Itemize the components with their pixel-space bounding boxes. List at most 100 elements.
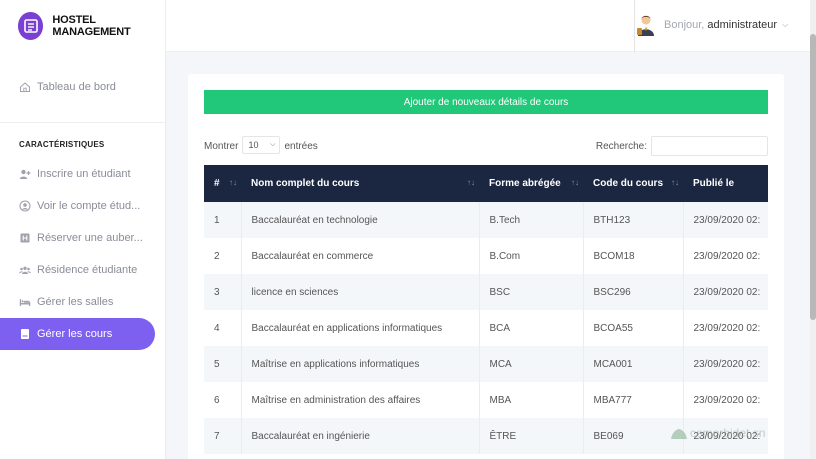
table-row: 4 Baccalauréat en applications informati…: [204, 310, 768, 346]
cell-number: 1: [204, 202, 242, 238]
topbar: Bonjour, administrateur ⌵: [166, 0, 816, 52]
sidebar-item-register-student[interactable]: Inscrire un étudiant: [0, 158, 165, 190]
sidebar-item-dashboard[interactable]: Tableau de bord: [0, 71, 165, 103]
scrollbar[interactable]: [810, 0, 816, 459]
cell-course-code: MBA777: [583, 382, 684, 418]
sort-icon: ↑↓: [229, 178, 237, 187]
cell-course-name: Baccalauréat en commerce: [241, 238, 480, 274]
brand[interactable]: HOSTEL MANAGEMENT: [0, 0, 165, 52]
cell-course-name: Baccalauréat en applications informatiqu…: [241, 310, 480, 346]
sidebar-item-label: Gérer les salles: [37, 296, 114, 308]
cell-course-name: Maîtrise en applications informatiques: [241, 346, 480, 382]
table-controls: Montrer 10 ⌵ entrées Recherche:: [204, 136, 768, 156]
page-size-control: Montrer 10 ⌵ entrées: [204, 136, 318, 154]
sidebar-item-label: Voir le compte étud...: [37, 200, 141, 212]
search-label: Recherche:: [595, 140, 647, 152]
sidebar-item-manage-rooms[interactable]: Gérer les salles: [0, 286, 165, 318]
search-control: Recherche:: [596, 136, 768, 156]
cell-course-name: licence en sciences: [241, 274, 480, 310]
book-icon: [19, 328, 31, 340]
section-title: CARACTÉRISTIQUES: [19, 140, 105, 149]
cell-published: 23/09/2020 02:: [693, 250, 761, 262]
column-header-course-name[interactable]: Nom complet du cours ↑↓: [241, 165, 479, 202]
user-menu[interactable]: Bonjour, administrateur ⌵: [636, 14, 788, 36]
scrollbar-thumb[interactable]: [810, 34, 816, 320]
column-header-short-form[interactable]: Forme abrégée ↑↓: [479, 165, 583, 202]
cell-course-name: Baccalauréat en technologie: [241, 202, 480, 238]
cell-short-form: BSC: [479, 274, 584, 310]
cell-published: 23/09/2020 02:: [693, 358, 761, 370]
sidebar-item-label: Tableau de bord: [37, 81, 116, 93]
watermark-logo-icon: [670, 426, 688, 440]
search-input[interactable]: [651, 136, 768, 156]
cell-number: 4: [204, 310, 242, 346]
page-size-value: 10: [248, 140, 259, 150]
chevron-down-icon: ⌵: [270, 141, 276, 148]
cell-short-form: MCA: [479, 346, 584, 382]
cell-published: 23/09/2020 02:: [693, 394, 761, 406]
table-row: 3 licence en sciences BSC BSC296 23/09/2…: [204, 274, 768, 310]
brand-title: HOSTEL MANAGEMENT: [52, 14, 131, 38]
brand-logo-icon: [18, 12, 44, 40]
sidebar-item-book-hostel[interactable]: Réserver une auber...: [0, 222, 165, 254]
greeting: Bonjour,: [664, 19, 705, 31]
avatar: [636, 14, 656, 36]
cell-number: 7: [204, 418, 242, 454]
cell-short-form: MBA: [479, 382, 584, 418]
cell-course-code: BSC296: [583, 274, 684, 310]
cell-course-code: BCOM18: [583, 238, 684, 274]
sort-icon: ↑↓: [671, 178, 679, 187]
cell-course-name: Baccalauréat en ingénierie: [241, 418, 480, 454]
chevron-down-icon: ⌵: [782, 20, 789, 29]
divider: [634, 0, 635, 52]
cell-short-form: ÊTRE: [479, 418, 584, 454]
divider: [0, 122, 165, 123]
sidebar-item-label: Inscrire un étudiant: [37, 168, 131, 180]
cell-number: 2: [204, 238, 242, 274]
hotel-icon: [19, 232, 31, 244]
cell-short-form: B.Com: [479, 238, 584, 274]
users-icon: [19, 264, 31, 276]
cell-number: 3: [204, 274, 242, 310]
add-course-button[interactable]: Ajouter de nouveaux détails de cours: [204, 90, 768, 114]
sidebar-item-student-residence[interactable]: Résidence étudiante: [0, 254, 165, 286]
cell-number: 6: [204, 382, 242, 418]
watermark-text: comorbidet.sn: [690, 426, 766, 440]
cell-course-code: BE069: [583, 418, 684, 454]
cell-number: 5: [204, 346, 242, 382]
cell-course-code: BCOA55: [583, 310, 684, 346]
cell-published: 23/09/2020 02:: [693, 322, 761, 334]
page-size-select[interactable]: 10 ⌵: [242, 136, 281, 154]
table-header-row: # ↑↓ Nom complet du cours ↑↓ Forme abrégée…: [204, 165, 768, 202]
home-icon: [19, 81, 31, 93]
courses-table: # ↑↓ Nom complet du cours ↑↓ Forme abrégée…: [204, 165, 768, 454]
column-header-published[interactable]: Publié le: [683, 165, 768, 202]
cell-course-code: BTH123: [583, 202, 684, 238]
bed-icon: [19, 296, 31, 308]
column-header-course-code[interactable]: Code du cours ↑↓: [583, 165, 683, 202]
sort-icon: ↑↓: [571, 178, 579, 187]
cell-course-name: Maîtrise en administration des affaires: [241, 382, 480, 418]
sidebar: HOSTEL MANAGEMENT Tableau de bord CARACT…: [0, 0, 166, 459]
sidebar-item-manage-courses[interactable]: Gérer les cours: [0, 318, 155, 350]
user-circle-icon: [19, 200, 31, 212]
cell-published: 23/09/2020 02:: [693, 286, 761, 298]
cell-short-form: B.Tech: [479, 202, 584, 238]
user-plus-icon: [19, 168, 31, 180]
sidebar-item-label: Réserver une auber...: [37, 232, 143, 244]
column-header-number[interactable]: # ↑↓: [204, 165, 241, 202]
watermark: comorbidet.sn: [670, 426, 765, 440]
entries-label: entrées: [284, 141, 318, 152]
sidebar-item-label: Résidence étudiante: [37, 264, 138, 276]
table-row: 1 Baccalauréat en technologie B.Tech BTH…: [204, 202, 768, 238]
username: administrateur: [707, 19, 778, 31]
cell-course-code: MCA001: [583, 346, 684, 382]
sidebar-item-student-account[interactable]: Voir le compte étud...: [0, 190, 165, 222]
table-row: 2 Baccalauréat en commerce B.Com BCOM18 …: [204, 238, 768, 274]
sidebar-item-label: Gérer les cours: [37, 328, 113, 340]
courses-card: Ajouter de nouveaux détails de cours Mon…: [188, 74, 784, 459]
table-row: 5 Maîtrise en applications informatiques…: [204, 346, 768, 382]
cell-short-form: BCA: [479, 310, 584, 346]
sort-icon: ↑↓: [467, 178, 475, 187]
show-label: Montrer: [204, 141, 239, 152]
